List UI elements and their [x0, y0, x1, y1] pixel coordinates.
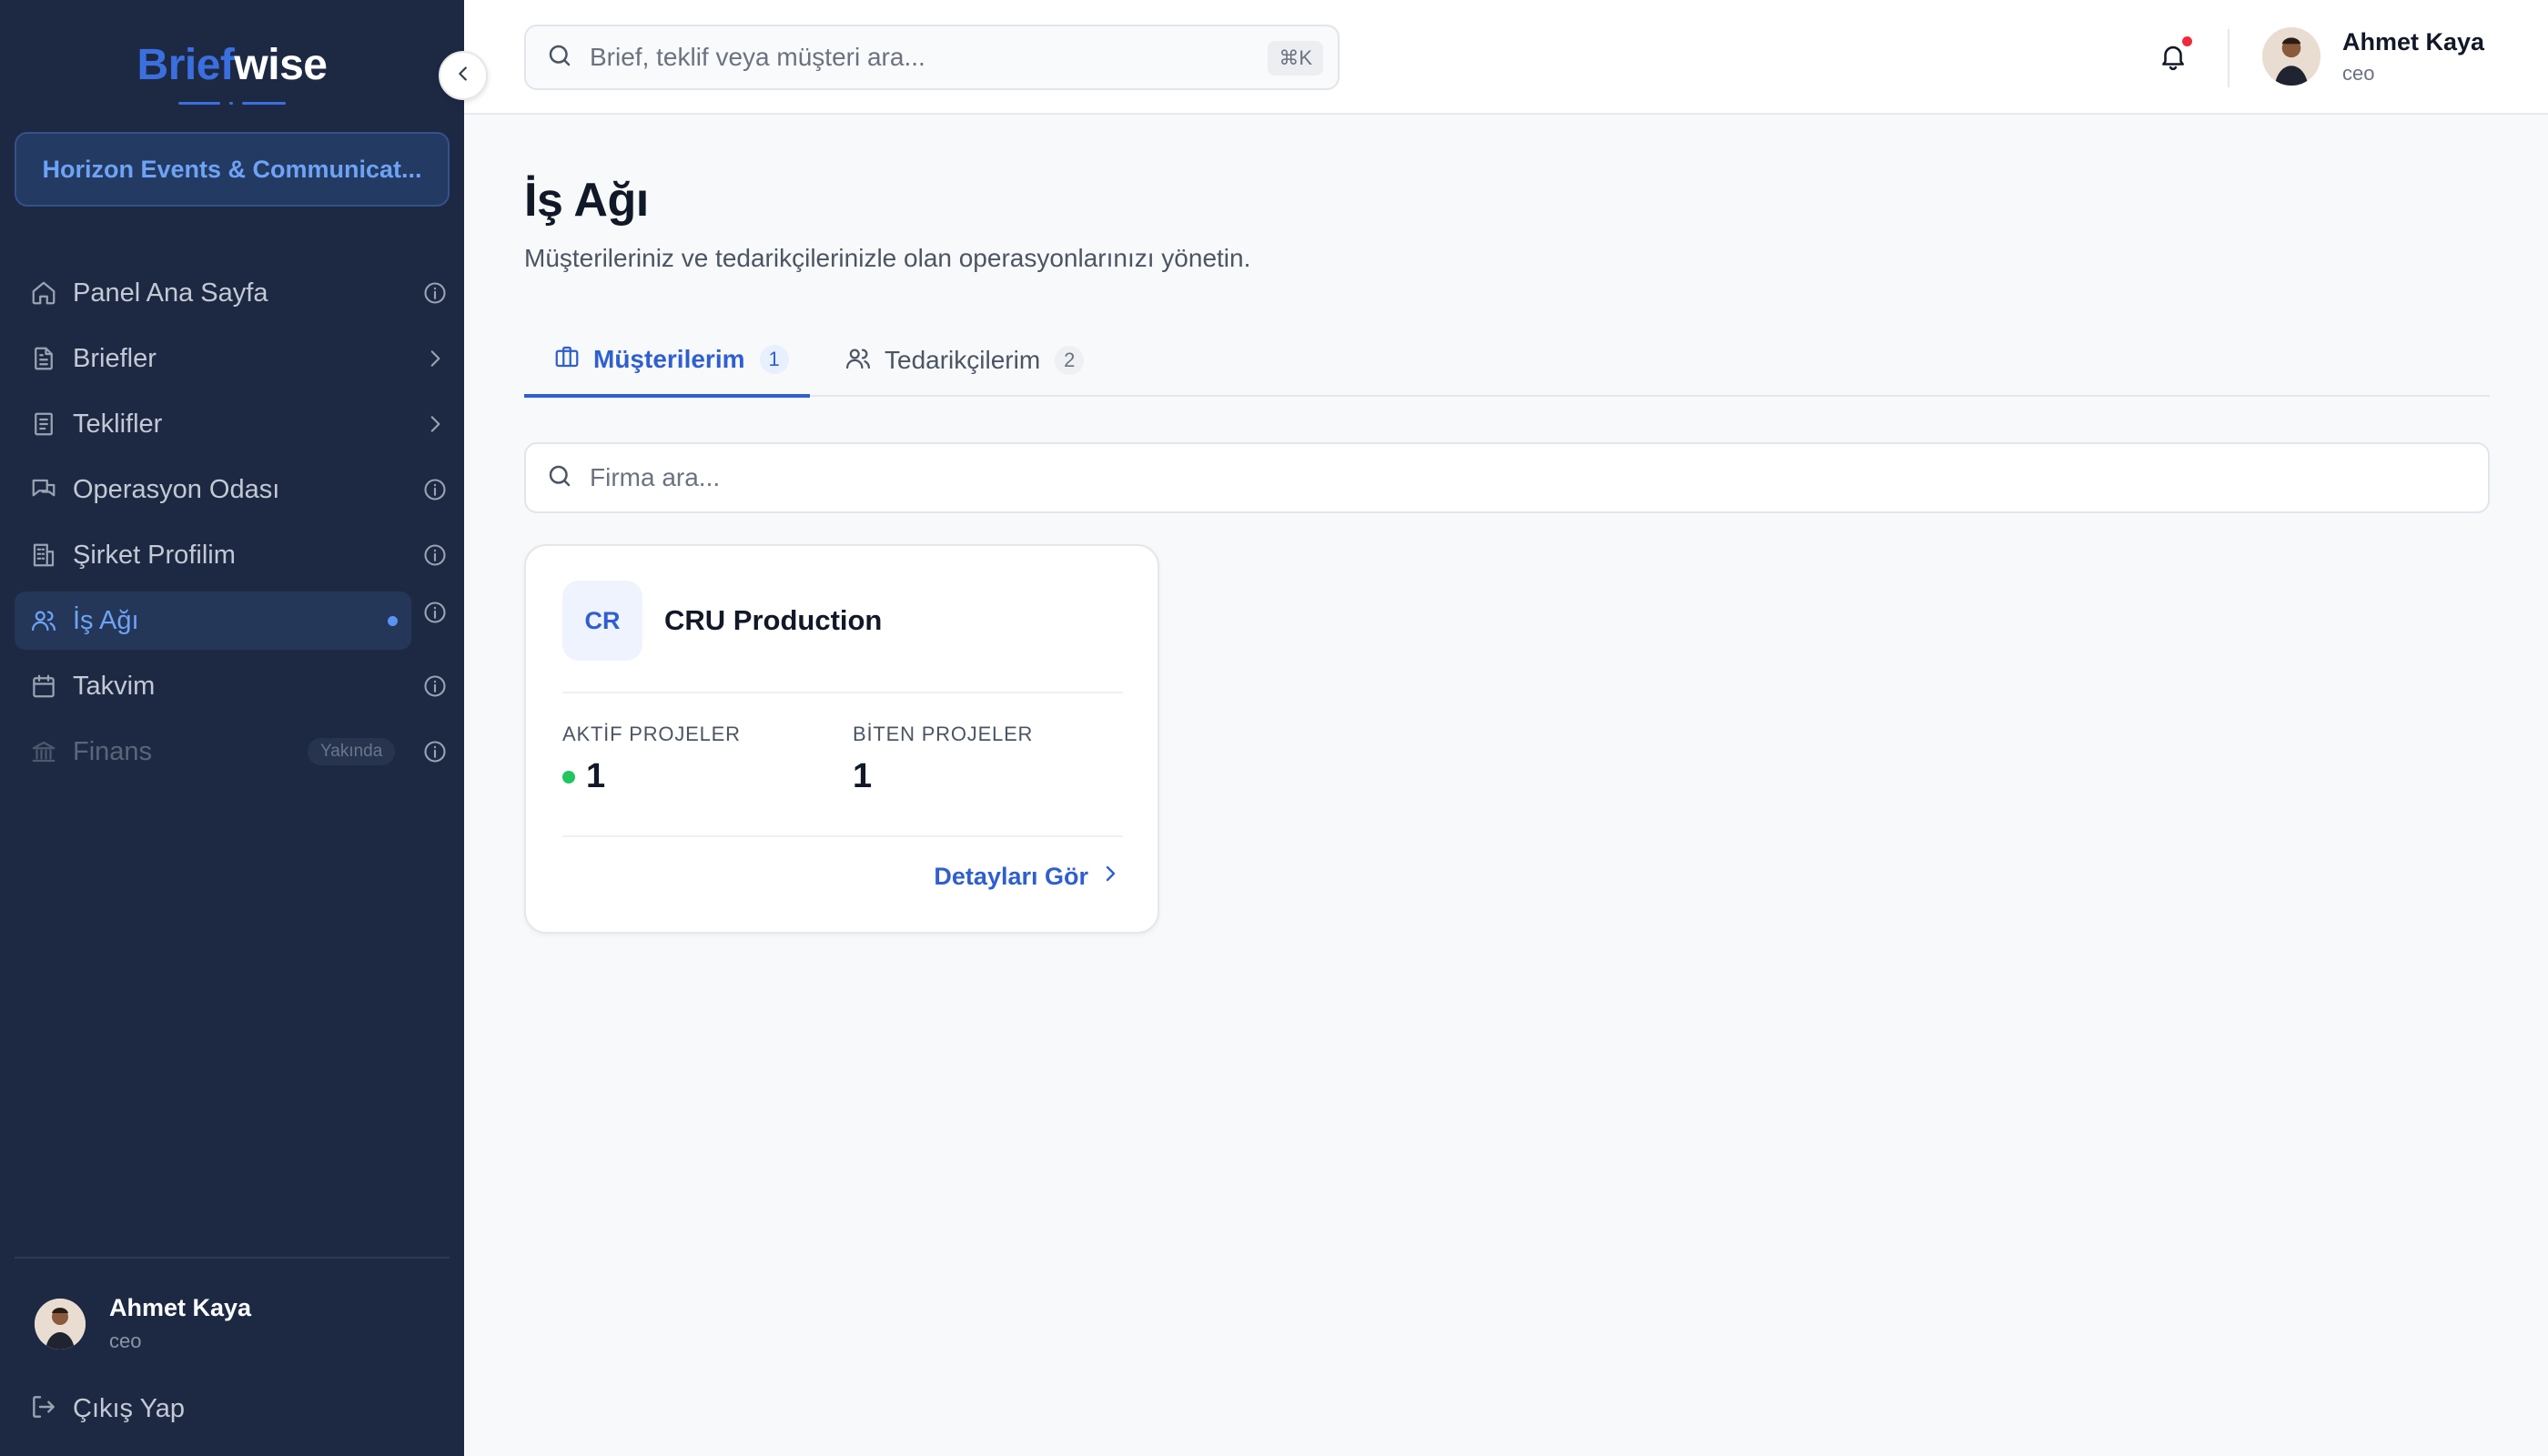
chevron-left-icon [453, 64, 473, 88]
view-details-label: Detayları Gör [934, 863, 1088, 890]
stat-value: 1 [853, 757, 873, 795]
customer-card[interactable]: CR CRU Production AKTİF PROJELER 1 BİTEN… [524, 544, 1159, 934]
notification-dot [2180, 35, 2194, 48]
receipt-icon [29, 410, 58, 439]
sidebar-item-label: Operasyon Odası [73, 474, 280, 504]
logout-label: Çıkış Yap [73, 1394, 186, 1423]
sidebar-item-offers[interactable]: Teklifler [15, 395, 450, 453]
card-divider [562, 835, 1123, 837]
firm-search[interactable] [524, 442, 2490, 513]
chevron-right-icon [1088, 863, 1121, 891]
network-tabs: Müşterilerim 1 Tedarikçilerim 2 [524, 324, 2490, 398]
chevron-right-icon[interactable] [420, 410, 450, 439]
global-search[interactable]: ⌘K [524, 25, 1340, 90]
brand-logo[interactable]: Briefwise [0, 40, 464, 90]
sidebar-nav: Panel Ana Sayfa Briefler Teklifler Opera… [15, 264, 450, 788]
sidebar-item-calendar[interactable]: Takvim [15, 657, 450, 715]
tab-suppliers[interactable]: Tedarikçilerim 2 [844, 324, 1085, 397]
header-divider [2228, 29, 2230, 87]
active-indicator-dot [388, 616, 398, 626]
tab-count-badge: 2 [1055, 346, 1085, 375]
avatar [2262, 27, 2320, 86]
sidebar-item-label: Briefler [73, 343, 157, 373]
calendar-icon [29, 672, 58, 701]
search-icon [546, 462, 573, 494]
tab-count-badge: 1 [759, 344, 789, 374]
sidebar-item-label: İş Ağı [73, 605, 139, 635]
sidebar-item-company-profile[interactable]: Şirket Profilim [15, 526, 450, 584]
collapse-sidebar-button[interactable] [439, 51, 488, 100]
company-name: CRU Production [664, 604, 883, 636]
coming-soon-badge: Yakında [308, 738, 396, 765]
company-switcher-button[interactable]: Horizon Events & Communicat... [15, 132, 450, 207]
briefcase-icon [553, 343, 581, 375]
stat-label: BİTEN PROJELER [853, 723, 1034, 745]
logo-underline-left [178, 102, 220, 105]
sidebar-item-label: Panel Ana Sayfa [73, 278, 268, 308]
avatar [35, 1298, 86, 1350]
chevron-right-icon[interactable] [420, 344, 450, 373]
sidebar-user-name: Ahmet Kaya [109, 1294, 252, 1321]
sidebar-item-label: Şirket Profilim [73, 540, 236, 570]
bank-icon [29, 737, 58, 766]
tab-label: Tedarikçilerim [885, 346, 1041, 374]
tab-label: Müşterilerim [593, 344, 745, 373]
logo-underline-dot [229, 102, 233, 105]
home-icon [29, 278, 58, 308]
active-status-dot [562, 770, 575, 784]
sidebar: Briefwise Horizon Events & Communicat...… [0, 0, 464, 1456]
sidebar-item-briefs[interactable]: Briefler [15, 329, 450, 388]
header-user-name: Ahmet Kaya [2342, 27, 2485, 56]
page-title: İş Ağı [524, 174, 649, 227]
keyboard-shortcut-hint: ⌘K [1268, 41, 1323, 76]
stat-label: AKTİF PROJELER [562, 723, 741, 745]
sidebar-user-role: ceo [109, 1330, 142, 1352]
sidebar-item-dashboard[interactable]: Panel Ana Sayfa [15, 264, 450, 322]
card-divider [562, 692, 1123, 693]
stat-value: 1 [586, 757, 606, 795]
sidebar-item-business-network[interactable]: İş Ağı [15, 592, 411, 650]
users-icon [844, 345, 872, 377]
sidebar-item-label: Teklifler [73, 409, 163, 439]
sidebar-item-finance: Finans Yakında [15, 723, 450, 781]
logo-underline-right [242, 102, 286, 105]
sidebar-divider [15, 1257, 450, 1259]
completed-projects-stat: BİTEN PROJELER 1 [853, 723, 1033, 796]
company-initials-avatar: CR [562, 581, 642, 661]
file-text-icon [29, 344, 58, 373]
chat-bubbles-icon [29, 475, 58, 504]
page-subtitle: Müşterileriniz ve tedarikçilerinizle ola… [524, 244, 1251, 272]
notifications-button[interactable] [2155, 35, 2194, 76]
global-search-input[interactable] [590, 43, 1227, 72]
sidebar-item-operations-room[interactable]: Operasyon Odası [15, 460, 450, 519]
header-user-menu[interactable]: Ahmet Kaya ceo [2262, 27, 2484, 86]
info-icon[interactable] [420, 278, 450, 308]
firm-search-input[interactable] [590, 463, 2319, 492]
info-icon[interactable] [420, 737, 450, 766]
active-projects-stat: AKTİF PROJELER 1 [562, 723, 741, 796]
sidebar-user-profile[interactable]: Ahmet Kaya ceo [35, 1294, 251, 1353]
logout-icon [29, 1392, 58, 1426]
view-details-link[interactable]: Detayları Gör [934, 863, 1121, 891]
tab-customers[interactable]: Müşterilerim 1 [524, 324, 810, 398]
top-header: ⌘K Ahmet Kaya ceo [464, 0, 2548, 115]
info-icon[interactable] [420, 598, 450, 627]
info-icon[interactable] [420, 475, 450, 504]
users-icon [29, 606, 58, 635]
header-user-role: ceo [2342, 61, 2375, 85]
sidebar-item-label: Finans [73, 736, 153, 766]
search-icon [546, 42, 573, 74]
logout-button[interactable]: Çıkış Yap [29, 1392, 185, 1426]
sidebar-item-label: Takvim [73, 671, 156, 701]
info-icon[interactable] [420, 672, 450, 701]
building-icon [29, 541, 58, 570]
info-icon[interactable] [420, 541, 450, 570]
